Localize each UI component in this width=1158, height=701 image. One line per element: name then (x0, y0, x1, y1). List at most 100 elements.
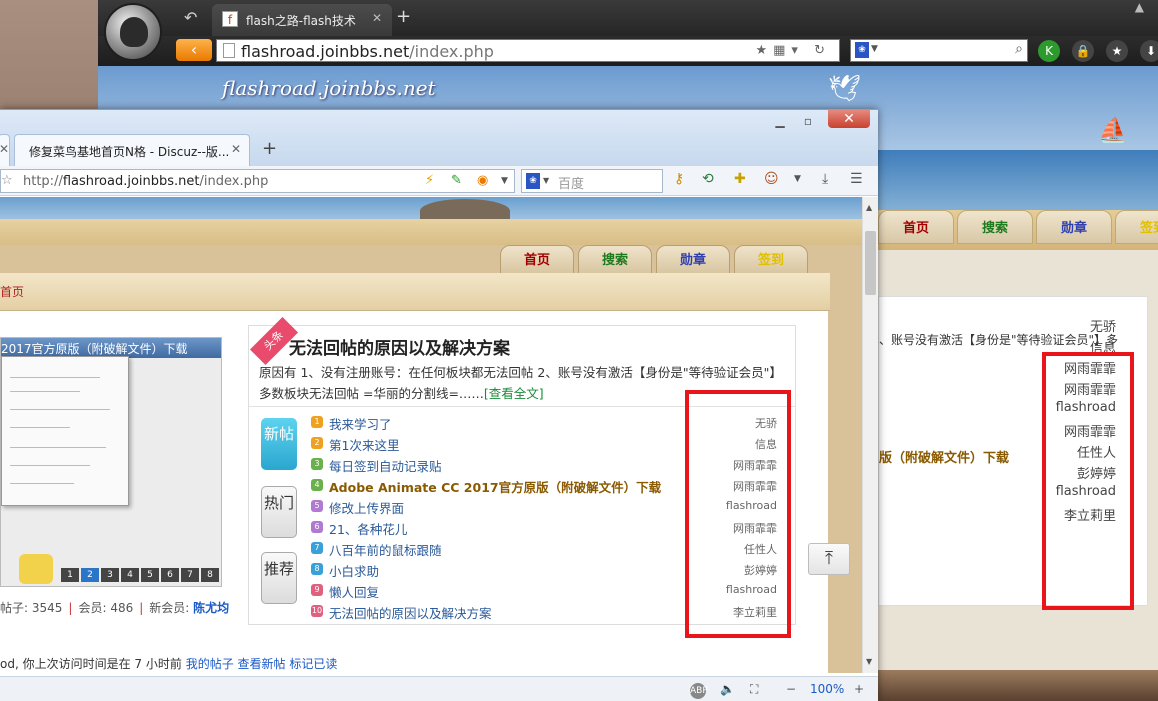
extension-k-icon[interactable]: K (1038, 40, 1060, 62)
recommended-posts-button[interactable]: 推荐 (261, 552, 297, 604)
zoom-in-icon[interactable]: + (854, 682, 864, 696)
chevron-down-icon[interactable]: ▼ (501, 176, 508, 186)
back-to-top-button[interactable]: ⤒ (808, 543, 850, 575)
back-tab[interactable]: f flash之路-flash技术 ✕ (212, 4, 392, 36)
scroll-down-icon[interactable]: ▼ (866, 657, 872, 666)
browser-logo-icon[interactable] (104, 3, 162, 61)
breadcrumb[interactable]: 首页 (0, 283, 24, 300)
baidu-paw-icon[interactable]: ❀ (526, 173, 540, 189)
chevron-down-icon[interactable]: ▼ (543, 176, 549, 185)
thread-title[interactable]: 小白求助 (329, 561, 379, 580)
back-url-path: /index.php (409, 42, 494, 61)
chevron-down-icon[interactable]: ▼ (794, 174, 801, 184)
thread-title[interactable]: 懒人回复 (329, 582, 379, 601)
close-window-icon[interactable]: ✕ (828, 110, 870, 128)
boat-icon: ⛵ (1098, 116, 1128, 144)
lock-icon[interactable]: 🔒 (1072, 40, 1094, 62)
note-icon[interactable]: ✚ (734, 171, 746, 187)
front-title-bar: ▁ ▫ ✕ ✕ 修复菜鸟基地首页N格 - Discuz--版... ✕ + (0, 110, 878, 166)
front-tab[interactable]: 修复菜鸟基地首页N格 - Discuz--版... ✕ (14, 134, 250, 166)
new-posts-button[interactable]: 新帖 (261, 418, 297, 470)
welcome-bar: od, 你上次访问时间是在 7 小时前 我的帖子 查看新帖 标记已读 (0, 657, 338, 671)
headline-title[interactable]: 无法回帖的原因以及解决方案 (289, 334, 510, 359)
maximize-icon[interactable]: ▫ (798, 112, 818, 130)
slideshow-caption[interactable]: 2017官方原版（附破解文件）下载 (1, 340, 188, 357)
back-tab-bar: ↶ f flash之路-flash技术 ✕ + ▲ (98, 0, 1158, 36)
scroll-up-icon[interactable]: ▲ (866, 203, 872, 212)
mark-read-link[interactable]: 标记已读 (289, 657, 337, 671)
url-host: flashroad.joinbbs.net (62, 174, 200, 189)
close-icon[interactable]: ✕ (0, 142, 9, 156)
author-name[interactable]: 无骄 (1090, 316, 1116, 335)
speaker-icon[interactable]: 🔈 (720, 682, 735, 696)
thread-title[interactable]: 八百年前的鼠标跟随 (329, 540, 442, 559)
forum-stats: 帖子: 3545 | 会员: 486 | 新会员: 陈尤均 (0, 601, 230, 615)
scroll-thumb[interactable] (865, 231, 876, 295)
key-icon[interactable]: ⚷ (674, 171, 684, 187)
avatar-icon[interactable]: ☺ (764, 171, 779, 187)
bookmark-star-icon[interactable]: ☆ (1, 173, 13, 188)
back-tab-title: flash之路-flash技术 (246, 14, 356, 28)
flash-favicon-icon: f (222, 11, 238, 27)
back-address-bar[interactable]: flashroad.joinbbs.net/index.php ★▦▾ ↻ (216, 39, 840, 62)
ext-green-icon[interactable]: ✎ (451, 173, 462, 188)
new-tab-icon[interactable]: + (396, 6, 411, 27)
zoom-level[interactable]: 100% (810, 682, 844, 696)
page-icon (223, 43, 235, 58)
back-button[interactable]: ‹ (176, 39, 212, 61)
thread-title[interactable]: 第1次来这里 (329, 435, 399, 454)
thread-title[interactable]: 我来学习了 (329, 414, 392, 433)
download-icon[interactable]: ⬇ (1140, 40, 1158, 62)
members-count: 486 (110, 601, 134, 615)
screenshot-dialog (1, 356, 129, 506)
zoom-out-icon[interactable]: − (786, 682, 796, 696)
star-icon[interactable]: ★ (1106, 40, 1128, 62)
new-tab-icon[interactable]: + (262, 138, 277, 159)
slideshow-image[interactable]: 2017官方原版（附破解文件）下载 12345678 (0, 337, 222, 587)
site-nav: 首页 搜索 勋章 签到 (0, 245, 830, 277)
lightning-icon[interactable]: ⚡ (425, 173, 434, 188)
thread-title[interactable]: 修改上传界面 (329, 498, 404, 517)
chevron-down-icon[interactable]: ▼ (871, 44, 878, 54)
thread-title[interactable]: 无法回帖的原因以及解决方案 (329, 603, 492, 622)
baidu-paw-icon[interactable]: ❀ (855, 42, 869, 58)
front-toolbar: ☆ http://flashroad.joinbbs.net/index.php… (0, 166, 878, 196)
download-icon[interactable]: ⤓ (822, 171, 828, 187)
back-headline-summary: 、账号没有激活【身份是"等待验证会员"】多 (879, 333, 1119, 347)
search-input[interactable]: 百度 (558, 173, 584, 192)
thread-title[interactable]: Adobe Animate CC 2017官方原版（附破解文件）下载 (329, 477, 661, 496)
posts-count: 3545 (31, 601, 63, 615)
hot-posts-button[interactable]: 热门 (261, 486, 297, 538)
back-thread-title[interactable]: 版（附破解文件）下载 (879, 447, 1009, 466)
front-tab-title: 修复菜鸟基地首页N格 - Discuz--版... (29, 145, 230, 159)
menu-icon[interactable]: ☰ (850, 171, 863, 187)
new-member-link[interactable]: 陈尤均 (193, 601, 229, 615)
front-address-bar[interactable]: ☆ http://flashroad.joinbbs.net/index.php… (0, 169, 515, 193)
search-icon[interactable]: ⌕ (1015, 41, 1023, 57)
minimize-icon[interactable]: ▁ (770, 112, 790, 130)
window-menu-icon[interactable]: ▲ (1135, 0, 1144, 14)
fullscreen-icon[interactable]: ⛶ (750, 682, 758, 697)
nav-search[interactable]: 搜索 (957, 210, 1033, 244)
bookmark-star-icon[interactable]: ★▦▾ ↻ (756, 43, 832, 58)
thread-title[interactable]: 21、各种花儿 (329, 519, 407, 538)
nav-medal[interactable]: 勋章 (1036, 210, 1112, 244)
slideshow-pager[interactable]: 12345678 (61, 568, 221, 582)
vertical-scrollbar[interactable]: ▲ ▼ (862, 197, 878, 673)
new-posts-link[interactable]: 查看新帖 (238, 657, 286, 671)
back-search-box[interactable]: ❀ ▼ ⌕ (850, 39, 1028, 62)
refresh-search-icon[interactable]: ⟲ (702, 171, 714, 187)
read-more-link[interactable]: [查看全文] (484, 386, 544, 401)
close-icon[interactable]: ✕ (372, 11, 382, 25)
nav-checkin[interactable]: 签到 (1115, 210, 1158, 244)
undo-close-tab-icon[interactable]: ↶ (184, 8, 197, 27)
rss-icon[interactable]: ◉ (477, 173, 488, 188)
front-tab-partial[interactable]: ✕ (0, 134, 10, 166)
front-search-box[interactable]: ❀ ▼ 百度 (521, 169, 663, 193)
thread-title[interactable]: 每日签到自动记录贴 (329, 456, 442, 475)
adblock-icon[interactable]: ABP (690, 683, 708, 699)
close-icon[interactable]: ✕ (231, 142, 241, 156)
banner-beach (0, 219, 862, 245)
my-posts-link[interactable]: 我的帖子 (186, 657, 234, 671)
nav-home[interactable]: 首页 (878, 210, 954, 244)
